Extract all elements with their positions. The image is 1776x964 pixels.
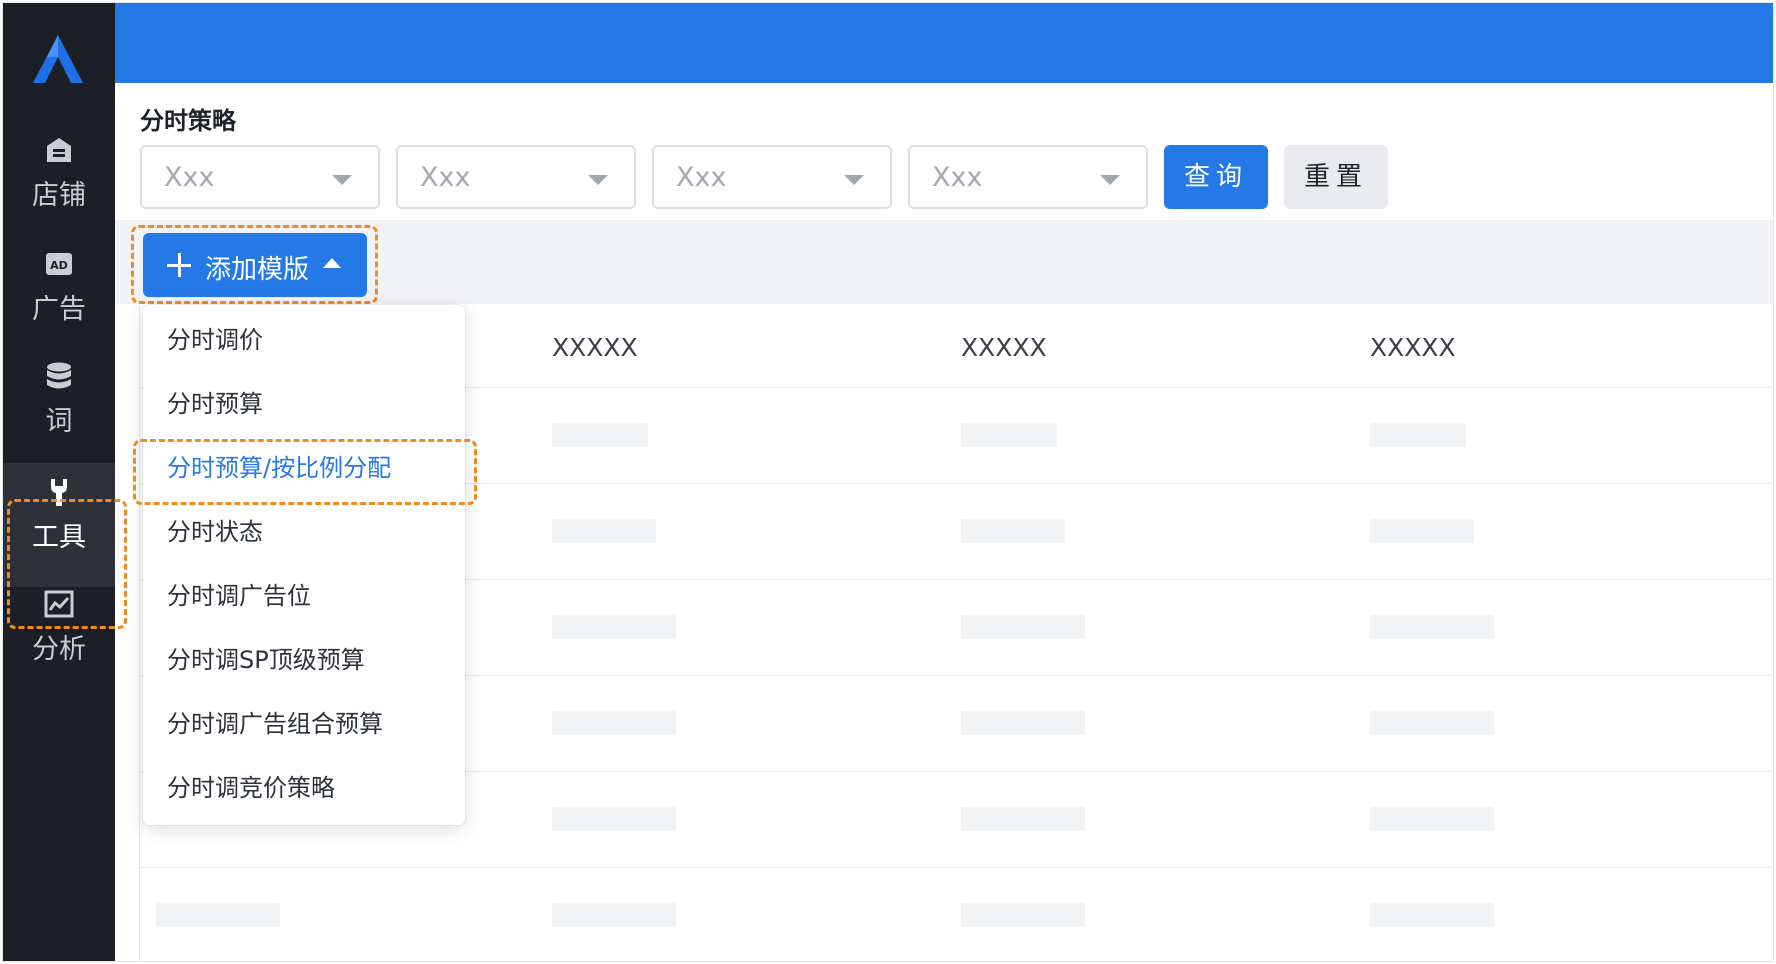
skeleton-cell — [552, 615, 676, 639]
skeleton-cell — [1370, 903, 1494, 927]
a-logo-icon[interactable] — [29, 33, 87, 85]
skeleton-cell — [552, 711, 676, 735]
add-template-label: 添加模版 — [205, 255, 310, 285]
caret-down-icon — [844, 175, 864, 185]
menu-item-time-placement[interactable]: 分时调广告位 — [143, 565, 465, 627]
sidebar-item-label: 词 — [45, 406, 73, 437]
add-template-dropdown-menu: 分时调价 分时预算 分时预算/按比例分配 分时状态 分时调广告位 分时调SP顶级… — [143, 305, 465, 825]
app-window: 店铺 AD 广告 词 工具 分析 分时策略 Xxx Xxx Xxx Xxx 查询… — [2, 2, 1774, 962]
sidebar-item-label: 工具 — [32, 522, 86, 553]
top-bar — [115, 3, 1773, 83]
sidebar-item-tools[interactable]: 工具 — [3, 463, 115, 587]
filter-select-2[interactable]: Xxx — [396, 145, 636, 209]
menu-item-time-bid-strategy[interactable]: 分时调竞价策略 — [143, 757, 465, 819]
column-header: XXXXX — [552, 333, 638, 362]
caret-down-icon — [1100, 175, 1120, 185]
skeleton-cell — [961, 615, 1085, 639]
skeleton-cell — [552, 807, 676, 831]
shop-icon — [47, 138, 71, 162]
select-value: Xxx — [932, 162, 983, 193]
sidebar-item-analysis[interactable]: 分析 — [3, 575, 115, 699]
sidebar-item-label: 广告 — [32, 294, 86, 325]
column-header: XXXXX — [1370, 333, 1456, 362]
select-value: Xxx — [676, 162, 727, 193]
database-icon — [47, 362, 71, 389]
caret-down-icon — [588, 175, 608, 185]
skeleton-cell — [1370, 423, 1466, 447]
skeleton-cell — [961, 711, 1085, 735]
ad-icon: AD — [46, 253, 72, 275]
sidebar-item-ad[interactable]: AD 广告 — [3, 235, 115, 359]
menu-item-time-budget[interactable]: 分时预算 — [143, 373, 465, 435]
sidebar-item-label: 店铺 — [32, 180, 86, 211]
row-divider — [140, 867, 1773, 868]
select-value: Xxx — [420, 162, 471, 193]
skeleton-cell — [552, 903, 676, 927]
chart-icon — [44, 590, 74, 618]
sidebar: 店铺 AD 广告 词 工具 分析 — [3, 3, 115, 961]
skeleton-cell — [1370, 519, 1474, 543]
skeleton-cell — [961, 903, 1085, 927]
select-value: Xxx — [164, 162, 215, 193]
plus-icon — [167, 253, 191, 277]
skeleton-cell — [1370, 615, 1494, 639]
menu-item-time-budget-ratio[interactable]: 分时预算/按比例分配 — [143, 437, 465, 499]
skeleton-cell — [552, 423, 648, 447]
skeleton-cell — [156, 903, 280, 927]
menu-item-time-status[interactable]: 分时状态 — [143, 501, 465, 563]
caret-down-icon — [332, 175, 352, 185]
caret-up-icon — [323, 258, 341, 268]
svg-text:AD: AD — [50, 259, 68, 272]
skeleton-cell — [1370, 807, 1494, 831]
reset-button[interactable]: 重置 — [1284, 145, 1388, 209]
skeleton-cell — [961, 423, 1057, 447]
filter-select-1[interactable]: Xxx — [140, 145, 380, 209]
menu-item-time-price[interactable]: 分时调价 — [143, 309, 465, 371]
add-template-button[interactable]: 添加模版 — [143, 233, 367, 297]
menu-item-time-portfolio-budget[interactable]: 分时调广告组合预算 — [143, 693, 465, 755]
sidebar-item-label: 分析 — [32, 634, 86, 665]
filter-select-4[interactable]: Xxx — [908, 145, 1148, 209]
sidebar-item-keywords[interactable]: 词 — [3, 347, 115, 471]
skeleton-cell — [961, 807, 1085, 831]
wrench-icon — [51, 479, 67, 506]
filter-select-3[interactable]: Xxx — [652, 145, 892, 209]
skeleton-cell — [961, 519, 1065, 543]
sidebar-item-shop[interactable]: 店铺 — [3, 121, 115, 245]
column-header: XXXXX — [961, 333, 1047, 362]
query-button[interactable]: 查询 — [1164, 145, 1268, 209]
menu-item-time-sp-top-budget[interactable]: 分时调SP顶级预算 — [143, 629, 465, 691]
skeleton-cell — [1370, 711, 1494, 735]
skeleton-cell — [552, 519, 656, 543]
page-title: 分时策略 — [140, 107, 236, 135]
